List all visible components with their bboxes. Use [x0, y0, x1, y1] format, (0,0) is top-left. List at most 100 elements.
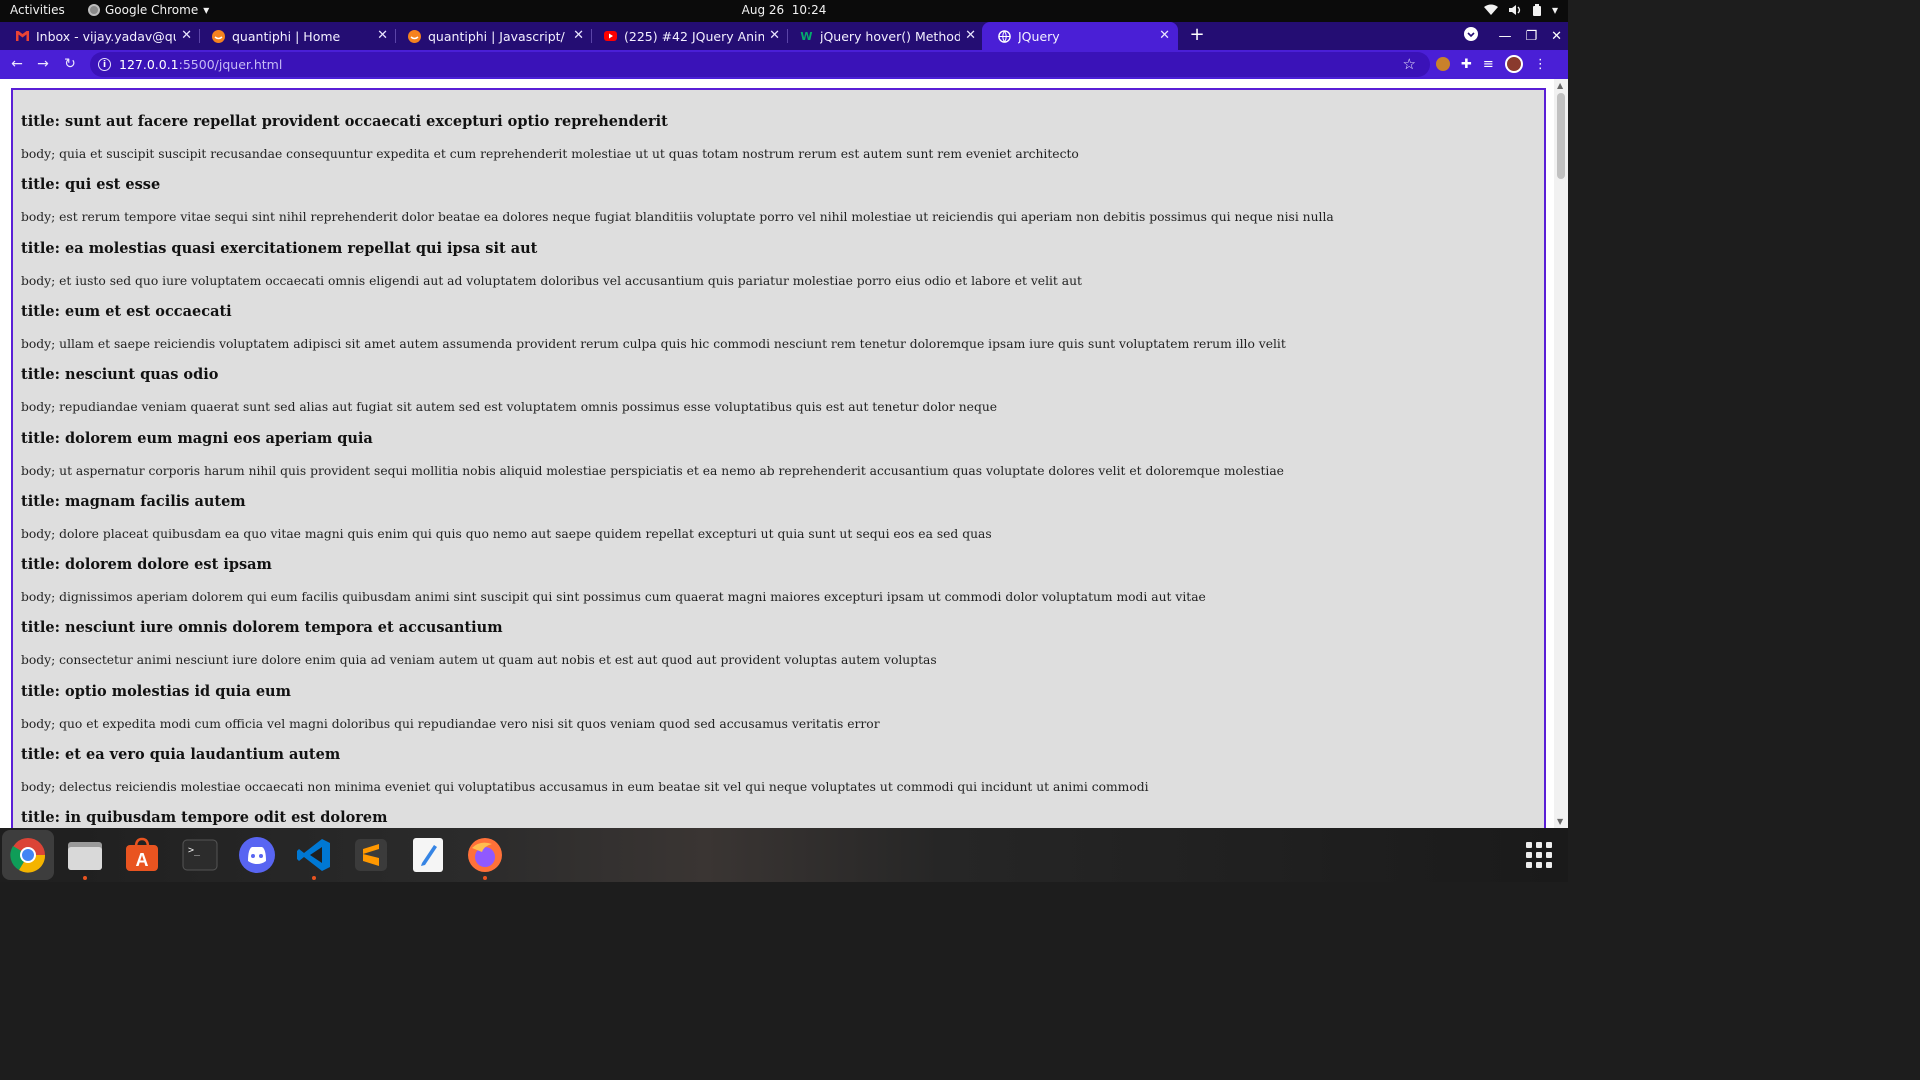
- running-indicator: [483, 876, 487, 880]
- tab-search-icon[interactable]: [1464, 27, 1479, 45]
- dock-discord[interactable]: [238, 836, 276, 874]
- dock-chrome[interactable]: [2, 830, 54, 880]
- profile-avatar[interactable]: [1504, 55, 1523, 73]
- volume-icon: [1508, 5, 1521, 15]
- running-indicator: [83, 876, 87, 880]
- post-title: title: et ea vero quia laudantium autem: [21, 746, 341, 763]
- firefox-icon: [468, 838, 502, 872]
- tab-quantiphi-javascript[interactable]: quantiphi | Javascript/ JC ✕: [392, 22, 592, 50]
- app-menu-label: Google Chrome: [105, 3, 199, 17]
- sublime-text-icon: [355, 839, 387, 871]
- tab-title: Inbox - vijay.yadav@quan: [36, 28, 176, 44]
- close-icon[interactable]: ✕: [965, 28, 976, 43]
- quantiphi-icon: [212, 29, 225, 43]
- post-item: title: nesciunt quas odio body; repudiand…: [21, 366, 997, 414]
- caret-down-icon: ▾: [203, 3, 210, 17]
- new-tab-button[interactable]: +: [1187, 24, 1207, 45]
- grid-dot: [1526, 852, 1532, 858]
- w3schools-icon: W: [800, 29, 813, 43]
- close-window-icon[interactable]: ✕: [1551, 29, 1562, 44]
- minimize-icon[interactable]: —: [1498, 29, 1511, 44]
- grid-dot: [1536, 842, 1542, 848]
- text-editor-icon: [413, 838, 443, 872]
- post-item: title: et ea vero quia laudantium autem b…: [21, 746, 1149, 794]
- reading-list-icon[interactable]: ≡: [1483, 57, 1494, 72]
- dock-terminal[interactable]: >_: [181, 836, 219, 874]
- app-menu[interactable]: Google Chrome ▾: [88, 3, 209, 17]
- maximize-icon[interactable]: ❐: [1525, 29, 1537, 44]
- close-icon[interactable]: ✕: [573, 28, 584, 43]
- post-item: title: qui est esse body; est rerum tempo…: [21, 176, 1334, 224]
- scroll-up-icon[interactable]: ▲: [1557, 81, 1563, 90]
- quantiphi-icon: [408, 29, 421, 43]
- post-item: title: nesciunt iure omnis dolorem tempo…: [21, 619, 937, 667]
- dock-firefox[interactable]: [466, 836, 504, 880]
- scroll-down-icon[interactable]: ▼: [1557, 817, 1563, 826]
- globe-icon: [998, 29, 1011, 43]
- dock-vscode[interactable]: [295, 836, 333, 880]
- dock-sublime[interactable]: [352, 836, 390, 874]
- files-icon: [68, 842, 102, 870]
- cookie-extension-icon[interactable]: [1436, 57, 1450, 71]
- dock-software[interactable]: A: [123, 836, 161, 874]
- close-icon[interactable]: ✕: [377, 28, 388, 43]
- tab-title: quantiphi | Home: [232, 28, 341, 44]
- reload-icon[interactable]: ↻: [61, 55, 79, 73]
- post-title: title: ea molestias quasi exercitationem…: [21, 239, 538, 257]
- menu-dots-icon[interactable]: ⋮: [1534, 57, 1547, 72]
- post-item: title: sunt aut facere repellat providen…: [21, 113, 1079, 161]
- clock: Aug 26 10:24: [0, 3, 1568, 17]
- page-viewport: title: sunt aut facere repellat providen…: [0, 79, 1568, 828]
- browser-toolbar: ← → ↻ i 127.0.0.1:5500/jquer.html ☆ ✚ ≡ …: [0, 50, 1568, 79]
- post-body: body; quia et suscipit suscipit recusand…: [21, 147, 1079, 161]
- address-bar[interactable]: i 127.0.0.1:5500/jquer.html ☆: [90, 52, 1430, 77]
- close-icon[interactable]: ✕: [1159, 28, 1170, 43]
- scrollbar-thumb[interactable]: [1557, 93, 1565, 179]
- extensions-puzzle-icon[interactable]: ✚: [1461, 57, 1472, 72]
- app-grid-icon[interactable]: [1526, 842, 1552, 868]
- tab-youtube[interactable]: (225) #42 JQuery Animate ✕: [588, 22, 788, 50]
- post-body: body; dolore placeat quibusdam ea quo vi…: [21, 526, 992, 541]
- tab-gmail[interactable]: Inbox - vijay.yadav@quan ✕: [0, 22, 200, 50]
- post-body: body; ullam et saepe reiciendis voluptat…: [21, 336, 1286, 351]
- grid-dot: [1526, 862, 1532, 868]
- grid-dot: [1526, 842, 1532, 848]
- page-scrollbar[interactable]: ▲ ▼: [1554, 79, 1568, 828]
- grid-dot: [1536, 852, 1542, 858]
- post-body: body; dignissimos aperiam dolorem qui eu…: [21, 590, 1206, 605]
- post-title: title: dolorem eum magni eos aperiam qui…: [21, 429, 373, 447]
- post-title: title: sunt aut facere repellat providen…: [21, 113, 668, 130]
- site-info-icon[interactable]: i: [98, 58, 111, 71]
- system-top-bar: Activities Google Chrome ▾ Aug 26 10:24 …: [0, 0, 1568, 22]
- bookmark-star-icon[interactable]: ☆: [1403, 55, 1416, 73]
- discord-icon: [239, 837, 275, 873]
- grid-dot: [1536, 862, 1542, 868]
- gmail-icon: [16, 30, 29, 43]
- post-title: title: in quibusdam tempore odit est dol…: [21, 809, 388, 827]
- post-title: title: dolorem dolore est ipsam: [21, 556, 272, 574]
- back-icon[interactable]: ←: [8, 55, 26, 73]
- post-body: body; quo et expedita modi cum officia v…: [21, 716, 880, 731]
- dock-text-editor[interactable]: [409, 836, 447, 874]
- post-item: title: ea molestias quasi exercitationem…: [21, 240, 1082, 288]
- close-icon[interactable]: ✕: [181, 28, 192, 43]
- tab-title: (225) #42 JQuery Animate: [624, 28, 764, 44]
- clock-button[interactable]: Aug 26 10:24: [742, 3, 827, 17]
- tab-jquery[interactable]: JQuery ✕: [982, 22, 1178, 50]
- forward-icon[interactable]: →: [34, 55, 52, 73]
- post-title: title: optio molestias id quia eum: [21, 682, 291, 700]
- post-title: title: magnam facilis autem: [21, 492, 246, 510]
- tab-strip: Inbox - vijay.yadav@quan ✕ quantiphi | H…: [0, 22, 1568, 50]
- clock-time: 10:24: [791, 3, 827, 17]
- close-icon[interactable]: ✕: [769, 28, 780, 43]
- post-item: title: dolorem dolore est ipsam body; dig…: [21, 556, 1206, 604]
- tab-w3schools[interactable]: W jQuery hover() Method ✕: [784, 22, 984, 50]
- dock-files[interactable]: [66, 836, 104, 880]
- post-body: body; repudiandae veniam quaerat sunt se…: [21, 400, 998, 415]
- tab-quantiphi-home[interactable]: quantiphi | Home ✕: [196, 22, 396, 50]
- post-item: title: dolorem eum magni eos aperiam qui…: [21, 430, 1284, 478]
- tab-title: JQuery: [1018, 28, 1060, 44]
- activities-button[interactable]: Activities: [10, 3, 65, 17]
- post-body: body; est rerum tempore vitae sequi sint…: [21, 210, 1334, 225]
- system-status-menu[interactable]: ▾: [1483, 3, 1558, 17]
